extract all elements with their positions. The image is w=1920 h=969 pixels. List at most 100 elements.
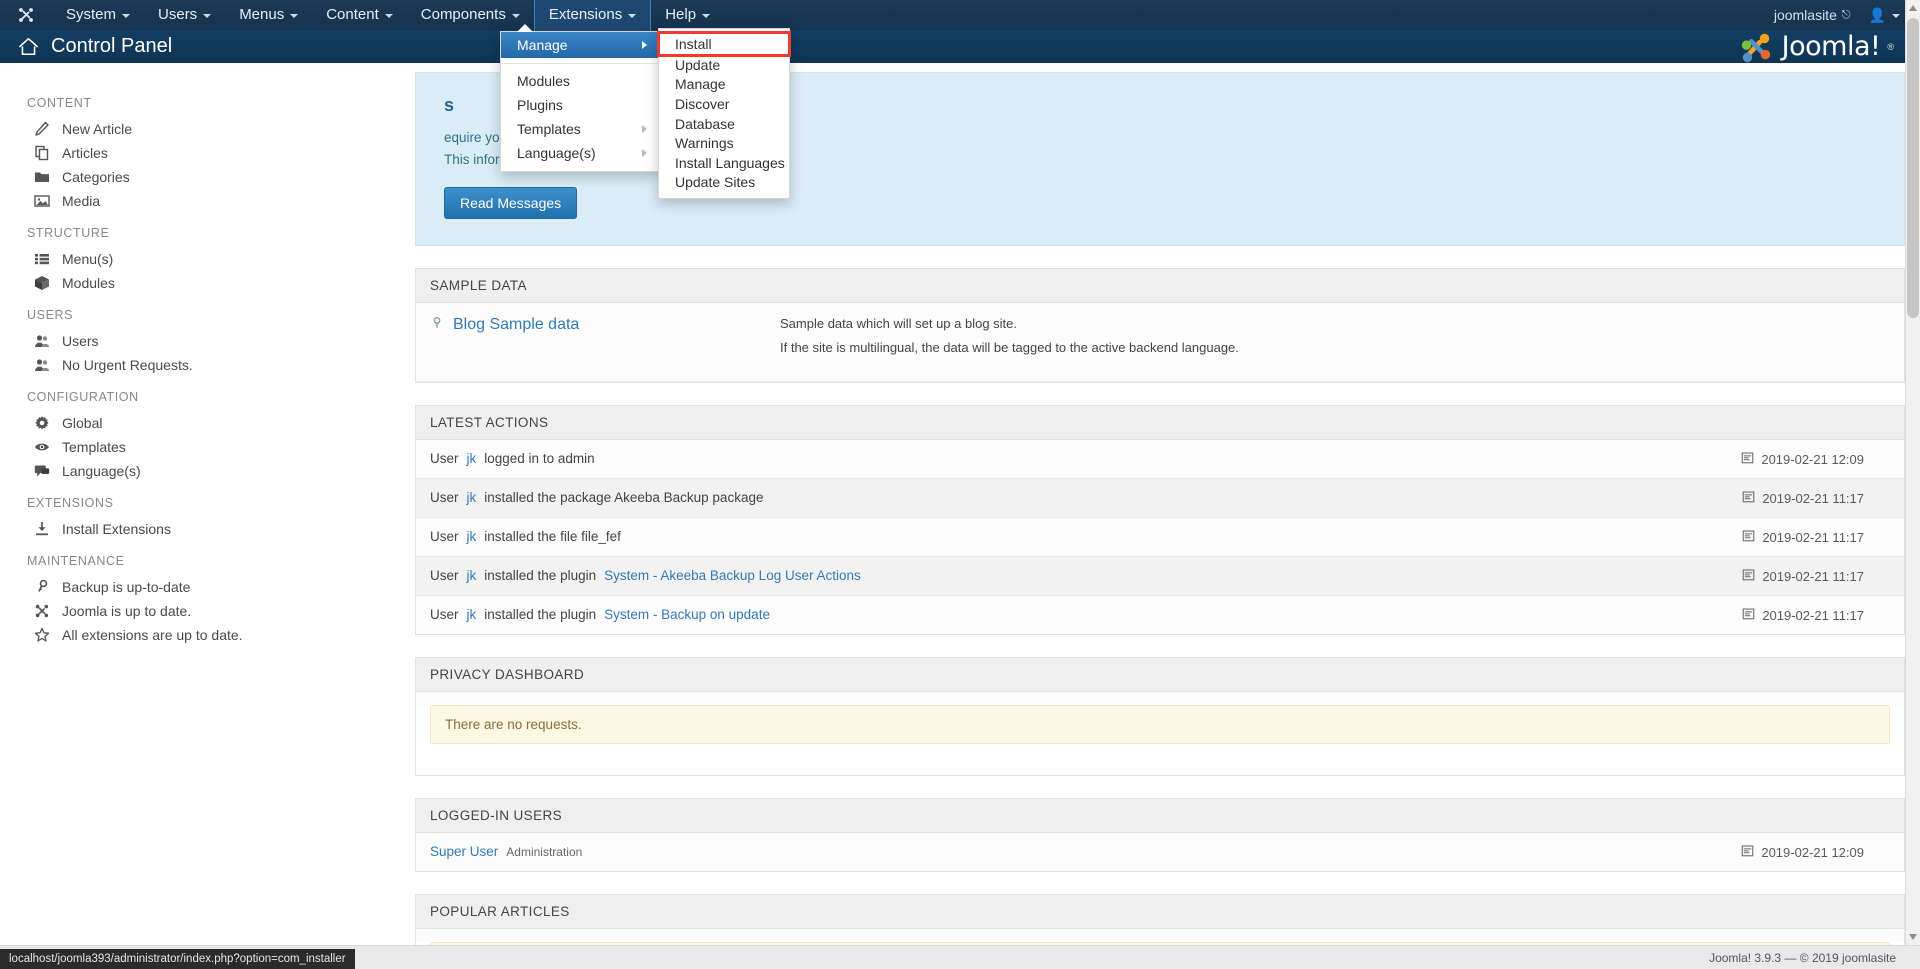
- dropdown-item-manage[interactable]: Manage: [501, 32, 659, 58]
- scroll-up-arrow-icon[interactable]: [1909, 5, 1917, 11]
- privacy-spacer: [416, 757, 1904, 775]
- super-user-link[interactable]: Super User: [430, 844, 498, 859]
- sidebar-item-joomla-status[interactable]: Joomla is up to date.: [0, 599, 405, 623]
- latest-action-date: 2019-02-21 12:09: [1741, 451, 1890, 467]
- sidebar-item-templates[interactable]: Templates: [0, 435, 405, 459]
- chevron-down-icon: [122, 14, 130, 18]
- sidebar-item-urgent-requests[interactable]: No Urgent Requests.: [0, 353, 405, 377]
- action-user-link[interactable]: jk: [467, 568, 477, 583]
- table-row: User jk installed the package Akeeba Bac…: [416, 479, 1904, 518]
- menu-system[interactable]: System: [52, 0, 144, 30]
- sidebar-item-articles[interactable]: Articles: [0, 141, 405, 165]
- action-user-link[interactable]: jk: [467, 607, 477, 622]
- action-prefix: User: [430, 607, 459, 622]
- sidebar-item-backup-status-label: Backup is up-to-date: [62, 579, 190, 595]
- submenu-item-warnings[interactable]: Warnings: [659, 133, 789, 153]
- table-row: User jk installed the plugin System - Ba…: [416, 596, 1904, 634]
- sidebar-item-extensions-status[interactable]: All extensions are up to date.: [0, 623, 405, 647]
- logged-in-users-panel: LOGGED-IN USERS Super User Administratio…: [415, 798, 1905, 872]
- chevron-down-icon: [203, 14, 211, 18]
- action-user-link[interactable]: jk: [467, 490, 477, 505]
- latest-action-date: 2019-02-21 11:17: [1742, 490, 1890, 506]
- page-scrollbar[interactable]: [1905, 0, 1920, 969]
- read-messages-button[interactable]: Read Messages: [444, 187, 577, 219]
- sidebar-item-menus[interactable]: Menu(s): [0, 247, 405, 271]
- action-prefix: User: [430, 451, 459, 466]
- logged-in-users-body: Super User Administration 2019-02-21 12:…: [416, 833, 1904, 871]
- action-target-link[interactable]: System - Backup on update: [604, 607, 770, 622]
- action-user-link[interactable]: jk: [467, 529, 477, 544]
- calendar-icon: [1741, 844, 1754, 860]
- submenu-item-install-languages-label: Install Languages: [675, 155, 785, 171]
- user-menu[interactable]: 👤: [1863, 7, 1910, 24]
- scroll-down-arrow-icon[interactable]: [1909, 934, 1917, 940]
- sample-data-body: Blog Sample data Sample data which will …: [416, 303, 1904, 382]
- scrollbar-thumb[interactable]: [1907, 18, 1919, 318]
- key-icon: [33, 579, 50, 596]
- sidebar: CONTENT New Article Articles Categories …: [0, 63, 405, 969]
- sidebar-item-languages[interactable]: Language(s): [0, 459, 405, 483]
- chevron-right-icon: [642, 149, 647, 157]
- blog-sample-data-link[interactable]: Blog Sample data: [453, 316, 579, 334]
- dropdown-item-modules[interactable]: Modules: [501, 69, 659, 93]
- action-prefix: User: [430, 568, 459, 583]
- sidebar-item-users[interactable]: Users: [0, 329, 405, 353]
- comment-icon: [33, 463, 50, 480]
- folder-icon: [33, 169, 50, 186]
- submenu-item-install[interactable]: Install: [659, 33, 789, 55]
- topbar-right-group: joomlasite ⎋ 👤: [1766, 7, 1920, 24]
- sidebar-item-global[interactable]: Global: [0, 411, 405, 435]
- latest-action-text: User jk logged in to admin: [430, 451, 1741, 466]
- privacy-dashboard-title: PRIVACY DASHBOARD: [416, 658, 1904, 692]
- submenu-item-warnings-label: Warnings: [675, 135, 734, 151]
- submenu-item-install-languages[interactable]: Install Languages: [659, 153, 789, 173]
- submenu-item-database-label: Database: [675, 116, 735, 132]
- chevron-down-icon: [385, 14, 393, 18]
- submenu-item-discover[interactable]: Discover: [659, 94, 789, 114]
- sidebar-item-users-label: Users: [62, 333, 99, 349]
- joomla-logo-icon[interactable]: [0, 0, 52, 30]
- submenu-item-update[interactable]: Update: [659, 55, 789, 75]
- menu-users[interactable]: Users: [144, 0, 225, 30]
- latest-action-date: 2019-02-21 11:17: [1742, 529, 1890, 545]
- sidebar-item-new-article[interactable]: New Article: [0, 117, 405, 141]
- logged-in-users-title: LOGGED-IN USERS: [416, 799, 1904, 833]
- action-target-link[interactable]: System - Akeeba Backup Log User Actions: [604, 568, 861, 583]
- menu-components[interactable]: Components: [407, 0, 534, 30]
- submenu-item-update-sites[interactable]: Update Sites: [659, 173, 789, 193]
- chevron-down-icon: [512, 14, 520, 18]
- image-icon: [33, 193, 50, 210]
- dropdown-item-languages[interactable]: Language(s): [501, 141, 659, 165]
- sidebar-item-install-extensions[interactable]: Install Extensions: [0, 517, 405, 541]
- main-menu: System Users Menus Content Components Ex…: [52, 0, 724, 30]
- menu-help[interactable]: Help: [651, 0, 724, 30]
- submenu-item-discover-label: Discover: [675, 96, 729, 112]
- dropdown-item-manage-label: Manage: [517, 37, 568, 53]
- menu-extensions-label: Extensions: [549, 0, 622, 30]
- calendar-icon: [1742, 529, 1755, 545]
- latest-action-text: User jk installed the plugin System - Ba…: [430, 607, 1742, 622]
- submenu-item-manage[interactable]: Manage: [659, 75, 789, 95]
- menu-menus[interactable]: Menus: [225, 0, 312, 30]
- sidebar-item-backup-status[interactable]: Backup is up-to-date: [0, 575, 405, 599]
- dropdown-item-templates-label: Templates: [517, 121, 581, 137]
- sidebar-item-menus-label: Menu(s): [62, 251, 113, 267]
- dropdown-item-plugins[interactable]: Plugins: [501, 93, 659, 117]
- site-preview-link[interactable]: joomlasite ⎋: [1766, 7, 1859, 23]
- site-preview-label: joomlasite: [1774, 7, 1837, 23]
- menu-extensions[interactable]: Extensions: [534, 0, 651, 31]
- action-user-link[interactable]: jk: [467, 451, 477, 466]
- registered-mark: ®: [1887, 42, 1894, 52]
- menu-content[interactable]: Content: [312, 0, 407, 30]
- user-icon: 👤: [1869, 7, 1886, 24]
- sidebar-item-media[interactable]: Media: [0, 189, 405, 213]
- submenu-item-database[interactable]: Database: [659, 114, 789, 134]
- sidebar-item-categories[interactable]: Categories: [0, 165, 405, 189]
- admin-topbar: System Users Menus Content Components Ex…: [0, 0, 1920, 30]
- sidebar-group-configuration: CONFIGURATION: [0, 377, 405, 411]
- action-suffix: installed the plugin: [484, 607, 596, 622]
- action-prefix: User: [430, 529, 459, 544]
- calendar-icon: [1741, 451, 1754, 467]
- dropdown-item-templates[interactable]: Templates: [501, 117, 659, 141]
- sidebar-item-modules[interactable]: Modules: [0, 271, 405, 295]
